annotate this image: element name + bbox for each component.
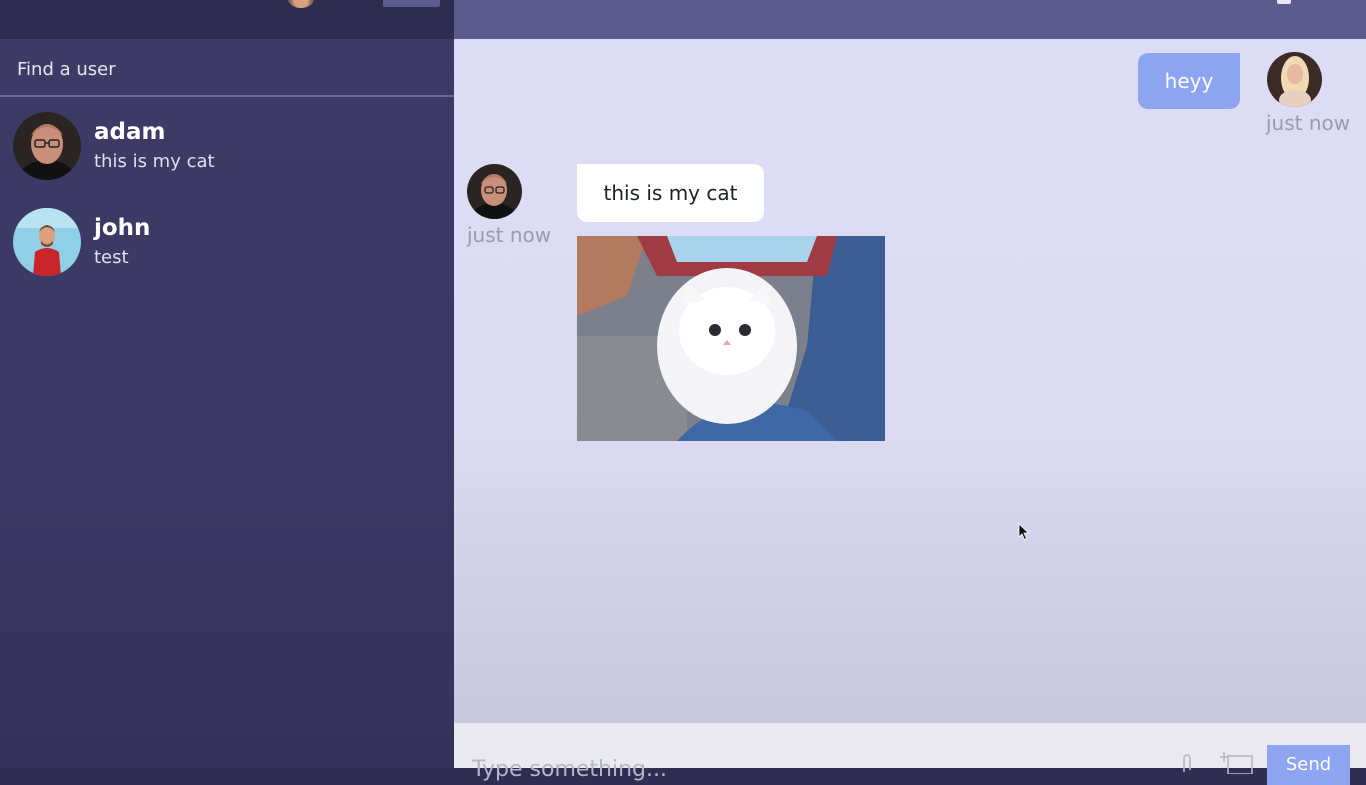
chat-panel: heyy just now just now this is my cat Ty… (454, 0, 1366, 785)
sender-avatar (467, 164, 522, 219)
logout-button[interactable] (383, 0, 440, 7)
message-bubble-other: this is my cat (577, 164, 764, 222)
chat-item-name: john (94, 215, 151, 241)
person-red-shirt-avatar (13, 208, 81, 276)
message-input-bar: Send (454, 723, 1366, 785)
sidebar-navbar (0, 0, 454, 39)
chat-item-name: adam (94, 119, 166, 145)
more-icon[interactable] (1277, 0, 1291, 4)
paperclip-icon[interactable] (1180, 754, 1194, 774)
chat-header (454, 0, 1366, 39)
chat-item-last-message: test (94, 247, 129, 268)
messages-area: heyy just now just now this is my cat (454, 39, 1366, 723)
owner-avatar (1267, 52, 1322, 107)
message-time: just now (1266, 111, 1351, 135)
message-time: just now (467, 223, 552, 247)
white-kitten-photo[interactable] (577, 236, 885, 441)
add-image-icon[interactable] (1220, 752, 1254, 774)
sidebar: adam this is my cat john test (0, 0, 454, 768)
search-box (0, 39, 454, 97)
person-glasses-avatar (13, 112, 81, 180)
chat-item-john[interactable]: john test (0, 195, 454, 291)
chat-item-last-message: this is my cat (94, 151, 215, 172)
send-button[interactable]: Send (1267, 745, 1350, 785)
chat-item-adam[interactable]: adam this is my cat (0, 99, 454, 195)
mouse-cursor-icon (1018, 523, 1030, 541)
message-bubble-owner: heyy (1138, 53, 1240, 109)
message-input[interactable] (470, 753, 1154, 785)
search-input[interactable] (15, 55, 439, 83)
current-user-avatar (288, 0, 314, 8)
